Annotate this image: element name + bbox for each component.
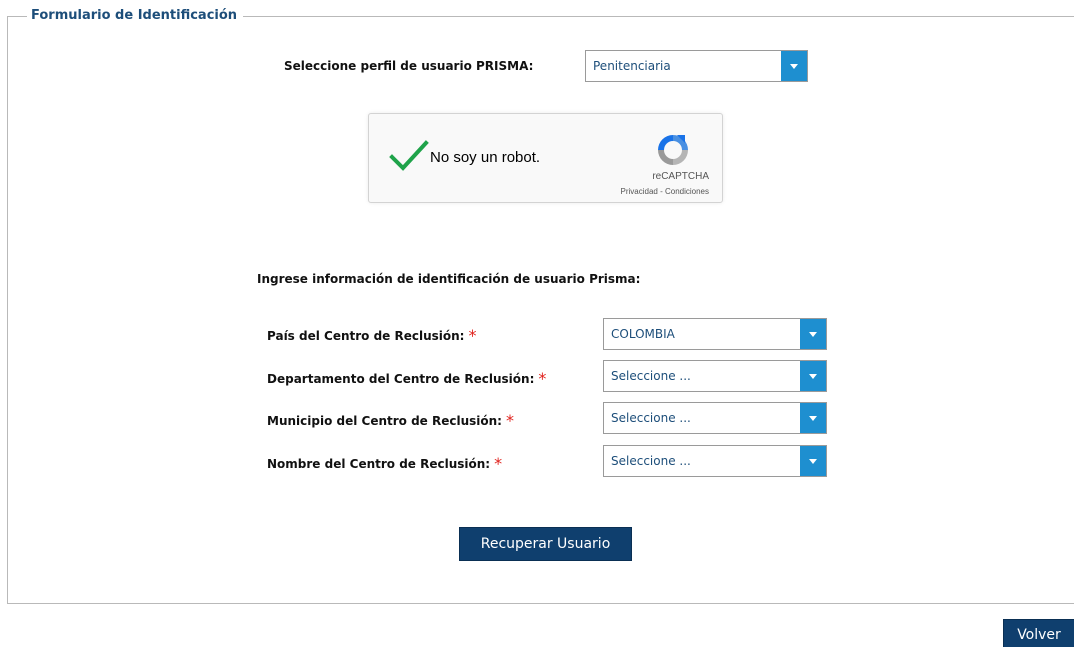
required-marker: * [505, 411, 514, 430]
facility-select-value: Seleccione ... [611, 454, 691, 468]
fieldset-legend: Formulario de Identificación [27, 7, 244, 25]
identification-fieldset [7, 16, 1074, 604]
municipality-label-text: Municipio del Centro de Reclusión: [267, 414, 502, 428]
facility-label-text: Nombre del Centro de Reclusión: [267, 457, 491, 471]
chevron-down-icon[interactable] [800, 446, 826, 476]
chevron-down-icon[interactable] [800, 319, 826, 349]
municipality-select-value: Seleccione ... [611, 411, 691, 425]
country-select-value: COLOMBIA [611, 327, 675, 341]
recaptcha-widget: No soy un robot. reCAPTCHA Privacidad - … [368, 113, 723, 203]
chevron-down-icon[interactable] [800, 403, 826, 433]
chevron-down-icon[interactable] [800, 361, 826, 391]
section-title: Ingrese información de identificación de… [257, 272, 641, 286]
recaptcha-logo-icon [658, 135, 688, 165]
department-label: Departamento del Centro de Reclusión: * [267, 368, 547, 388]
required-marker: * [494, 454, 503, 473]
back-button[interactable]: Volver [1003, 619, 1074, 647]
recaptcha-brand: reCAPTCHA [652, 171, 709, 182]
municipality-select[interactable]: Seleccione ... [603, 402, 827, 434]
required-marker: * [538, 369, 547, 388]
recaptcha-label: No soy un robot. [430, 149, 541, 166]
department-select-value: Seleccione ... [611, 369, 691, 383]
required-marker: * [468, 326, 477, 345]
recover-user-button[interactable]: Recuperar Usuario [459, 527, 632, 561]
municipality-label: Municipio del Centro de Reclusión: * [267, 410, 514, 430]
profile-select-value: Penitenciaria [593, 59, 671, 73]
chevron-down-icon[interactable] [781, 51, 807, 81]
country-select[interactable]: COLOMBIA [603, 318, 827, 350]
checkmark-icon[interactable] [389, 138, 429, 174]
recaptcha-terms-link[interactable]: Privacidad - Condiciones [621, 187, 710, 196]
department-label-text: Departamento del Centro de Reclusión: [267, 372, 535, 386]
facility-select[interactable]: Seleccione ... [603, 445, 827, 477]
country-label: País del Centro de Reclusión: * [267, 325, 477, 345]
profile-select[interactable]: Penitenciaria [585, 50, 808, 82]
profile-label: Seleccione perfil de usuario PRISMA: [284, 59, 534, 73]
facility-label: Nombre del Centro de Reclusión: * [267, 453, 503, 473]
department-select[interactable]: Seleccione ... [603, 360, 827, 392]
country-label-text: País del Centro de Reclusión: [267, 329, 465, 343]
